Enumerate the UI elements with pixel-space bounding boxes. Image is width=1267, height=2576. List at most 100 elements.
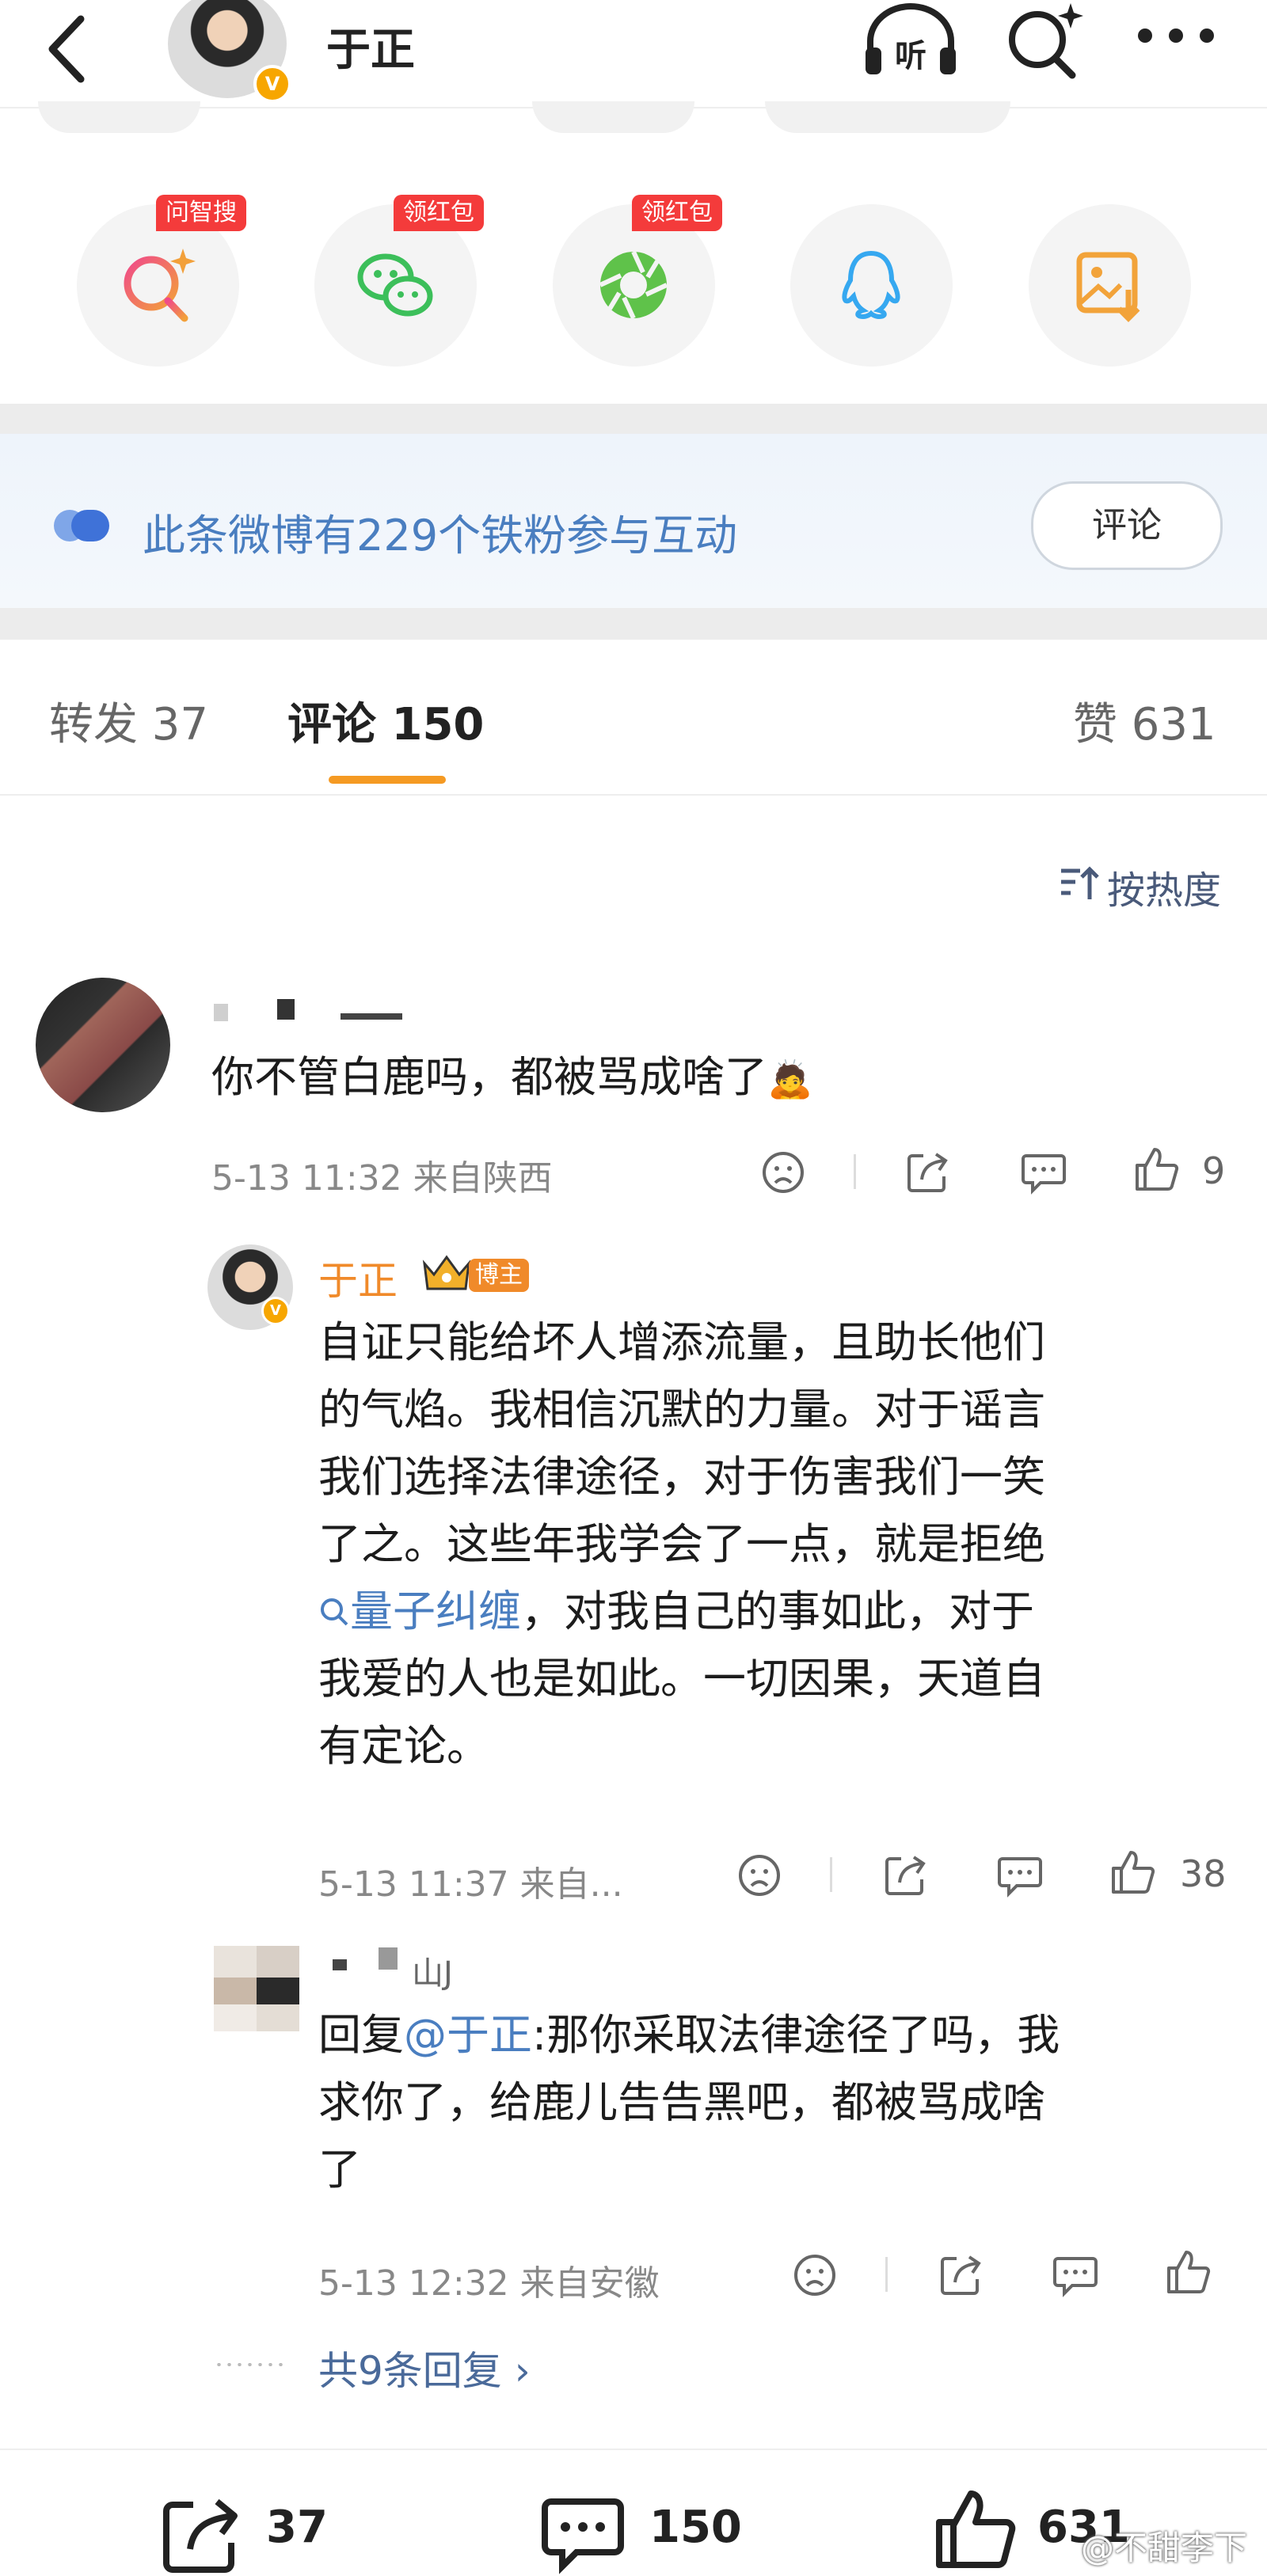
listen-button[interactable]: 听 bbox=[859, 0, 962, 79]
back-button[interactable] bbox=[32, 8, 103, 87]
search-icon bbox=[321, 1598, 348, 1626]
tab-repost[interactable]: 转发 37 bbox=[49, 689, 208, 753]
reply-author-name[interactable]: 于正 bbox=[318, 1249, 398, 1306]
reply-button[interactable] bbox=[1052, 2252, 1099, 2298]
comment-bubble-icon bbox=[1022, 1154, 1066, 1195]
more-dots-icon bbox=[1138, 28, 1214, 43]
share-button[interactable] bbox=[882, 1852, 928, 1898]
frown-icon bbox=[739, 1855, 780, 1896]
author-avatar[interactable]: V bbox=[168, 0, 291, 103]
search-button[interactable] bbox=[999, 0, 1086, 79]
bottom-bar-divider bbox=[0, 2449, 1267, 2450]
share-tag: 领红包 bbox=[394, 195, 484, 231]
sort-icon bbox=[1058, 863, 1099, 904]
fans-banner-text: 此条微博有229个铁粉参与互动 bbox=[143, 511, 738, 560]
thumbs-up-icon bbox=[1167, 2251, 1211, 2293]
thumbs-up-icon bbox=[1112, 1851, 1155, 1894]
fans-icon bbox=[54, 508, 111, 543]
like-button[interactable] bbox=[1132, 1145, 1181, 1194]
qq-icon bbox=[842, 250, 900, 320]
fans-comment-button[interactable]: 评论 bbox=[1031, 481, 1223, 570]
like-count: 9 bbox=[1202, 1149, 1226, 1192]
comment-bubble-icon bbox=[998, 1857, 1042, 1898]
action-separator bbox=[854, 1154, 856, 1189]
headphones-icon: 听 bbox=[866, 3, 956, 74]
share-item-peek bbox=[765, 101, 1010, 133]
commenter-avatar[interactable] bbox=[36, 978, 170, 1112]
frown-icon bbox=[763, 1152, 804, 1193]
blurred-username bbox=[341, 1013, 402, 1020]
share-wechat[interactable]: 领红包 bbox=[314, 195, 484, 367]
action-separator bbox=[885, 2257, 888, 2292]
bottom-like-button[interactable] bbox=[933, 2486, 1020, 2573]
dislike-button[interactable] bbox=[760, 1149, 806, 1195]
share-item-peek bbox=[38, 101, 200, 133]
share-button[interactable] bbox=[904, 1149, 950, 1195]
blurred-username bbox=[214, 1004, 228, 1021]
back-arrow-icon bbox=[48, 15, 85, 83]
bottom-comment-count: 150 bbox=[649, 2502, 742, 2553]
view-all-replies[interactable]: 共9条回复 › bbox=[318, 2339, 531, 2396]
share-icon bbox=[907, 1153, 948, 1192]
comment-bubble-icon bbox=[542, 2498, 624, 2574]
blogger-badge: 博主 bbox=[469, 1259, 529, 1292]
reply-meta: 5-13 11:37 来自... bbox=[318, 1864, 623, 1905]
share-button[interactable] bbox=[938, 2252, 984, 2298]
moments-icon bbox=[599, 250, 668, 320]
watermark: @不甜李下 bbox=[1081, 2529, 1248, 2567]
share-tag: 领红包 bbox=[632, 195, 722, 231]
blurred-username bbox=[277, 999, 295, 1020]
search-ai-icon bbox=[124, 249, 196, 322]
reply-button[interactable] bbox=[1020, 1149, 1067, 1195]
bottom-repost-button[interactable] bbox=[160, 2494, 242, 2576]
comment-text: 你不管白鹿吗，都被骂成啥了🙇 bbox=[211, 1052, 813, 1102]
svg-text:听: 听 bbox=[895, 38, 926, 74]
verified-badge: V bbox=[253, 65, 291, 103]
wechat-icon bbox=[357, 253, 433, 317]
like-button[interactable] bbox=[1109, 1848, 1158, 1897]
reply2-text: 回复@于正:那你采取法律途径了吗，我 求你了，给鹿儿告告黑吧，都被骂成啥 了 bbox=[318, 2010, 1060, 2194]
tab-like[interactable]: 赞 631 bbox=[1073, 689, 1216, 753]
replies-dots bbox=[214, 2363, 285, 2366]
share-moments[interactable]: 领红包 bbox=[553, 195, 722, 367]
dislike-button[interactable] bbox=[736, 1852, 782, 1898]
reply-button[interactable] bbox=[996, 1852, 1044, 1898]
more-button[interactable] bbox=[1124, 12, 1227, 59]
comment-bubble-icon bbox=[1053, 2257, 1098, 2297]
topic-link[interactable]: 量子纠缠 bbox=[318, 1586, 521, 1636]
sort-by-hot[interactable]: 按热度 bbox=[1107, 859, 1221, 914]
share-icon bbox=[885, 1856, 926, 1895]
tabs-divider bbox=[0, 794, 1267, 796]
action-separator bbox=[830, 1857, 832, 1892]
share-search-ai[interactable]: 问智搜 bbox=[77, 195, 246, 367]
tab-comment[interactable]: 评论 150 bbox=[287, 689, 484, 753]
verified-badge: V bbox=[261, 1297, 290, 1325]
share-qq[interactable] bbox=[790, 204, 953, 367]
blurred-username bbox=[333, 1959, 347, 1970]
reply-text: 自证只能给坏人增添流量，且助长他们 的气焰。我相信沉默的力量。对于谣言 我们选择… bbox=[318, 1317, 1045, 1771]
bottom-comment-button[interactable] bbox=[540, 2494, 626, 2576]
author-name[interactable]: 于正 bbox=[326, 14, 415, 78]
emoji: 🙇 bbox=[767, 1058, 813, 1100]
mention-link[interactable]: @于正 bbox=[404, 2010, 532, 2060]
author-reply-avatar[interactable]: V bbox=[207, 1244, 293, 1330]
share-icon bbox=[941, 2255, 981, 2295]
frown-icon bbox=[794, 2255, 835, 2296]
thumbs-up-icon bbox=[936, 2491, 1016, 2568]
active-tab-indicator bbox=[329, 776, 446, 784]
share-tag: 问智搜 bbox=[156, 195, 246, 231]
blurred-username bbox=[379, 1947, 398, 1970]
dislike-button[interactable] bbox=[792, 2252, 838, 2298]
reply2-meta: 5-13 12:32 来自安徽 bbox=[318, 2263, 660, 2304]
search-spark-icon bbox=[1009, 3, 1083, 79]
replier-name-partial: 山J bbox=[412, 1955, 453, 1992]
share-save-image[interactable] bbox=[1029, 204, 1191, 367]
comment-meta: 5-13 11:32 来自陕西 bbox=[211, 1158, 553, 1199]
like-button[interactable] bbox=[1164, 2247, 1213, 2297]
like-count: 38 bbox=[1180, 1852, 1227, 1895]
bottom-repost-count: 37 bbox=[266, 2502, 328, 2553]
top-bar: V 于正 听 bbox=[0, 0, 1267, 107]
replier-avatar[interactable] bbox=[214, 1946, 299, 2031]
section-gap bbox=[0, 404, 1267, 434]
section-gap bbox=[0, 608, 1267, 640]
